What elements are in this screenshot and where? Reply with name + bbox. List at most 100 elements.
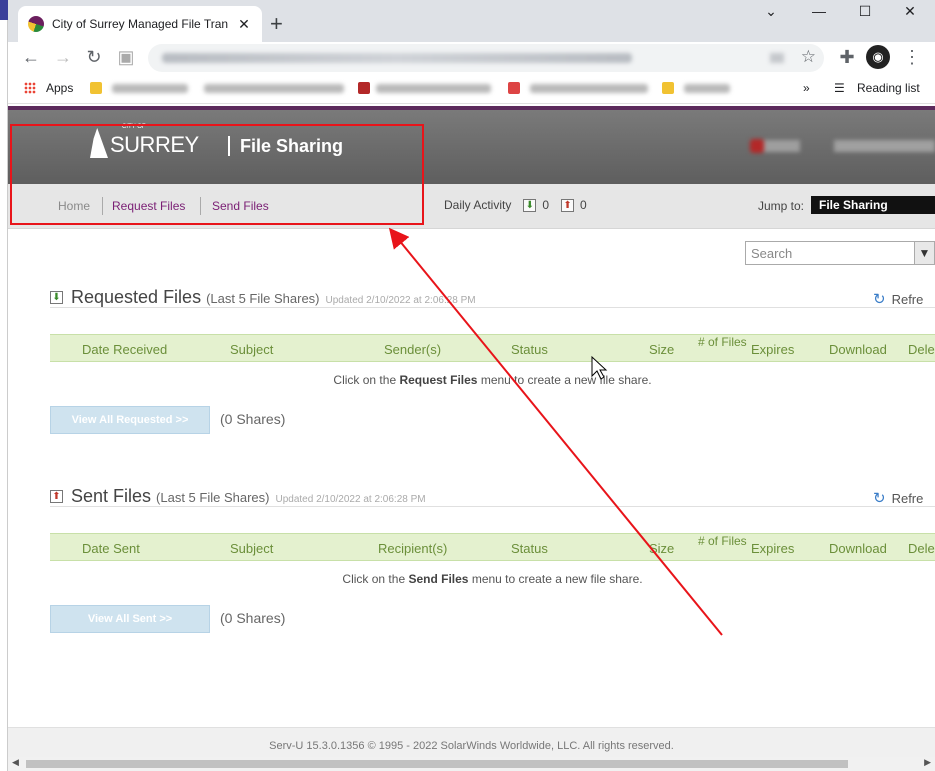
sent-title: Sent Files [71, 486, 152, 506]
page-footer: Serv-U 15.3.0.1356 © 1995 - 2022 SolarWi… [8, 727, 935, 757]
bookmark-apps[interactable]: Apps [46, 81, 73, 95]
requested-section-header: ⬇ Requested Files (Last 5 File Shares) U… [50, 287, 476, 308]
empty-text: Click on the [333, 373, 400, 387]
requested-share-count: (0 Shares) [220, 411, 286, 427]
sent-subtitle: (Last 5 File Shares) [156, 490, 270, 505]
column-header[interactable]: Size [649, 342, 674, 357]
sent-section-header: ⬆ Sent Files (Last 5 File Shares) Update… [50, 486, 426, 507]
daily-activity-label: Daily Activity [444, 198, 512, 212]
empty-text-bold: Send Files [408, 572, 469, 586]
column-header[interactable]: Subject [230, 541, 273, 556]
close-window-button[interactable]: ✕ [895, 3, 925, 20]
tab-close-icon[interactable]: ✕ [236, 16, 252, 33]
column-header[interactable]: Status [511, 342, 548, 357]
user-name-blurred[interactable] [834, 140, 935, 152]
scroll-left-icon[interactable]: ◀ [12, 757, 19, 768]
column-header[interactable]: Download [829, 342, 887, 357]
bookmark-star-icon[interactable]: ☆ [801, 47, 816, 67]
maximize-button[interactable]: ☐ [850, 3, 880, 20]
sent-refresh[interactable]: ↻ Refre [873, 489, 923, 507]
bookmark-blurred[interactable] [376, 84, 491, 93]
refresh-label: Refre [891, 490, 924, 506]
view-all-requested-button[interactable]: View All Requested >> [50, 406, 210, 434]
requested-refresh[interactable]: ↻ Refre [873, 290, 923, 308]
section-rule [50, 506, 935, 507]
download-arrow-icon: ⬇ [523, 198, 537, 212]
column-header[interactable]: Date Sent [82, 541, 140, 556]
search-dropdown-icon[interactable]: ▼ [914, 241, 935, 265]
new-tab-button[interactable]: + [270, 11, 283, 37]
requested-table-header: Date Received Subject Sender(s) Status S… [50, 334, 935, 362]
column-header[interactable]: Date Received [82, 342, 167, 357]
column-header[interactable]: Dele [908, 342, 935, 357]
annotation-highlight-box [10, 124, 424, 225]
bookmark-blurred[interactable] [530, 84, 648, 93]
empty-text: menu to create a new file share. [477, 373, 652, 387]
column-header[interactable]: Recipient(s) [378, 541, 447, 556]
requested-empty-message: Click on the Request Files menu to creat… [50, 373, 935, 387]
bookmarks-bar: Apps » ☰ Reading list [8, 74, 935, 104]
reload-icon[interactable]: ↻ [83, 47, 105, 68]
bookmark-blurred[interactable] [684, 84, 730, 93]
bookmark-folder-icon[interactable] [662, 82, 674, 94]
column-header[interactable]: Dele [908, 541, 935, 556]
view-all-sent-button[interactable]: View All Sent >> [50, 605, 210, 633]
back-icon[interactable]: ← [20, 47, 42, 68]
download-arrow-icon: ⬇ [50, 291, 63, 304]
empty-text-bold: Request Files [399, 373, 478, 387]
column-header[interactable]: Size [649, 541, 674, 556]
jump-to-select[interactable]: File Sharing [811, 196, 935, 214]
more-bookmarks-icon[interactable]: » [803, 81, 810, 95]
upload-arrow-icon: ⬆ [561, 198, 575, 212]
column-header[interactable]: Subject [230, 342, 273, 357]
scroll-right-icon[interactable]: ▶ [924, 757, 931, 768]
browser-window: City of Surrey Managed File Tran ✕ + ⌄ —… [0, 0, 935, 771]
extensions-icon[interactable]: ✚ [836, 47, 858, 68]
browser-toolbar: ← → ↻ ▣ ☆ ✚ ◉ ⋮ [8, 42, 935, 74]
sent-updated: Updated 2/10/2022 at 2:06:28 PM [275, 494, 426, 505]
bookmark-site-icon[interactable] [508, 82, 520, 94]
apps-grid-icon[interactable] [24, 82, 36, 94]
refresh-icon: ↻ [873, 490, 886, 507]
address-bar[interactable]: ☆ [148, 44, 824, 72]
column-header[interactable]: Sender(s) [384, 342, 441, 357]
profile-avatar-icon[interactable]: ◉ [866, 45, 890, 69]
tab-bar: City of Surrey Managed File Tran ✕ + ⌄ —… [8, 0, 935, 42]
empty-text: Click on the [342, 572, 409, 586]
blurred-url [162, 53, 632, 63]
requested-updated: Updated 2/10/2022 at 2:06:28 PM [325, 295, 476, 306]
incoming-count: 0 [542, 198, 550, 212]
column-header[interactable]: # of Files [698, 336, 747, 348]
browser-tab[interactable]: City of Surrey Managed File Tran ✕ [18, 6, 262, 42]
site-info-icon[interactable]: ▣ [115, 47, 137, 68]
scrollbar-thumb[interactable] [26, 760, 848, 768]
sent-empty-message: Click on the Send Files menu to create a… [50, 572, 935, 586]
bookmark-site-icon[interactable] [358, 82, 370, 94]
upload-arrow-icon: ⬆ [50, 490, 63, 503]
tab-search-icon[interactable]: ⌄ [756, 3, 786, 20]
column-header[interactable]: Download [829, 541, 887, 556]
column-header[interactable]: Status [511, 541, 548, 556]
requested-subtitle: (Last 5 File Shares) [206, 291, 320, 306]
column-header[interactable]: Expires [751, 541, 794, 556]
forward-icon[interactable]: → [52, 47, 74, 68]
bookmark-blurred[interactable] [204, 84, 344, 93]
outgoing-count: 0 [580, 198, 587, 212]
sent-share-count: (0 Shares) [220, 610, 286, 626]
bookmark-folder-icon[interactable] [90, 82, 102, 94]
minimize-button[interactable]: — [804, 3, 834, 19]
menu-kebab-icon[interactable]: ⋮ [901, 47, 923, 68]
bookmark-blurred[interactable] [112, 84, 188, 93]
help-link-blurred[interactable] [750, 139, 800, 153]
daily-activity: Daily Activity ⬇ 0 ⬆ 0 [444, 198, 587, 212]
reading-list[interactable]: Reading list [857, 81, 920, 95]
column-header[interactable]: # of Files [698, 535, 747, 547]
search-input[interactable]: Search [745, 241, 915, 265]
tab-title: City of Surrey Managed File Tran [52, 17, 229, 31]
empty-text: menu to create a new file share. [468, 572, 643, 586]
site-favicon-icon [28, 16, 44, 32]
horizontal-scrollbar[interactable]: ◀ ▶ [8, 757, 935, 771]
reading-list-icon[interactable]: ☰ [834, 81, 845, 95]
column-header[interactable]: Expires [751, 342, 794, 357]
refresh-label: Refre [891, 291, 924, 307]
